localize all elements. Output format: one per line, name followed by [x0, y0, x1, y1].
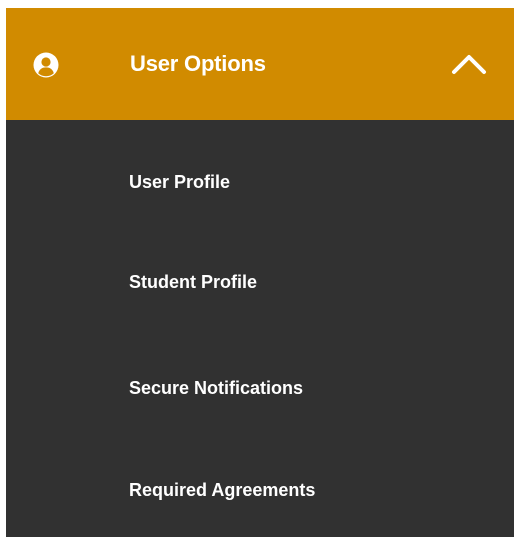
menu-item-label: Student Profile [129, 272, 258, 292]
menu-item-user-profile[interactable]: User Profile [6, 152, 514, 212]
menu-item-secure-notifications[interactable]: Secure Notifications [6, 358, 514, 418]
menu-item-label: Required Agreements [129, 480, 316, 500]
menu-item-label: User Profile [129, 172, 231, 192]
user-options-title: User Options [130, 51, 266, 76]
user-options-list: User Profile Student Profile Secure Noti… [6, 120, 514, 537]
menu-item-required-agreements[interactable]: Required Agreements [6, 460, 514, 520]
page-frame: User Options User Profile Student Profil… [0, 0, 514, 537]
menu-item-label: Secure Notifications [129, 378, 304, 398]
chevron-up-icon[interactable] [450, 52, 488, 76]
user-options-header[interactable]: User Options [6, 8, 514, 120]
user-circle-icon [33, 52, 59, 78]
menu-item-student-profile[interactable]: Student Profile [6, 252, 514, 312]
user-options-menu: User Options User Profile Student Profil… [6, 8, 514, 537]
